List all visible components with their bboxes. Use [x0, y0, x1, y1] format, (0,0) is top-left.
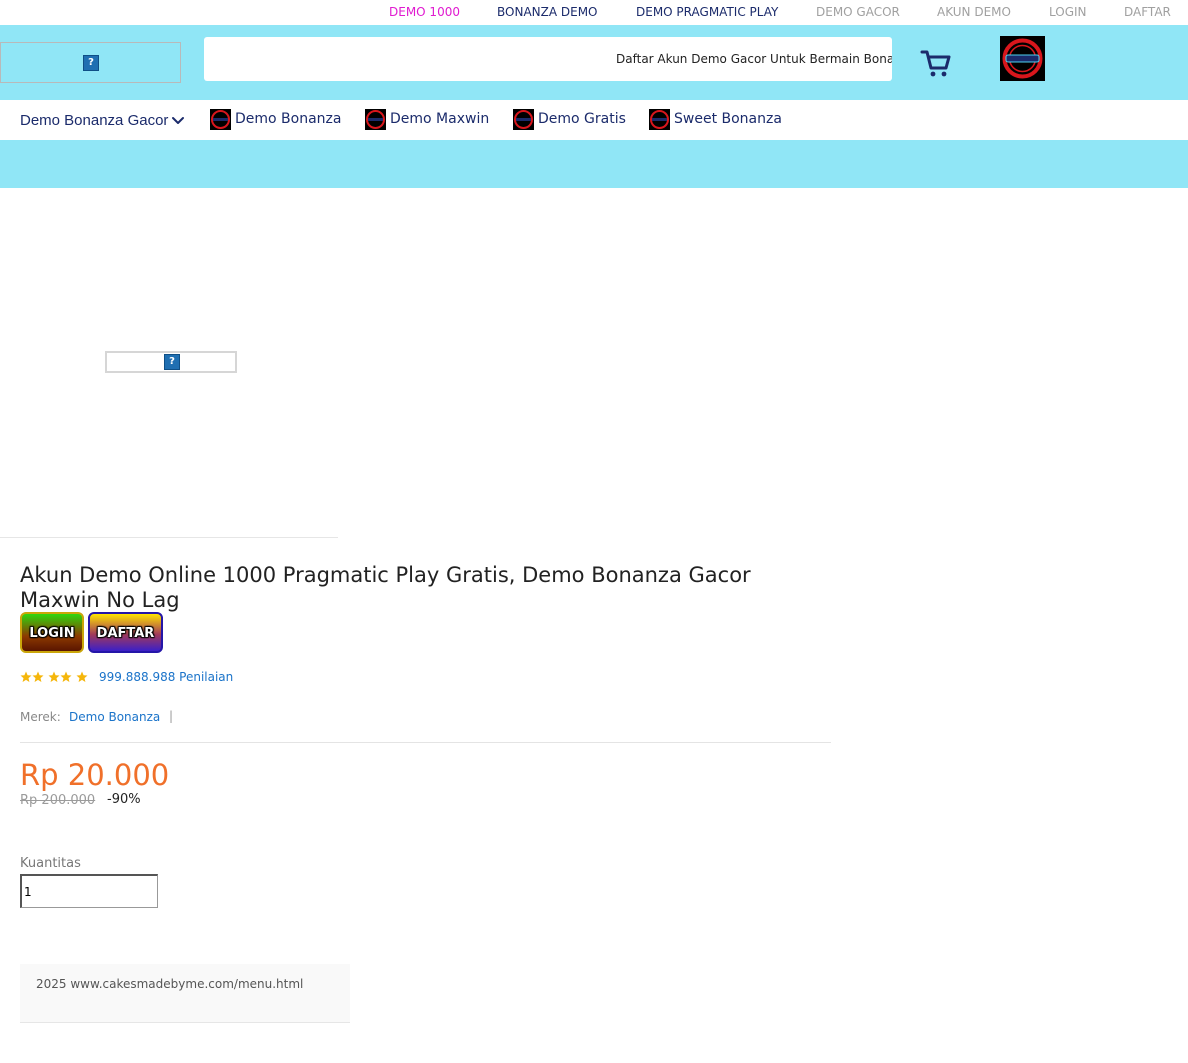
- broken-image-icon: ?: [164, 354, 180, 370]
- site-logo[interactable]: ?: [0, 42, 181, 83]
- top-link-login[interactable]: LOGIN: [1049, 5, 1087, 20]
- category-item-demo-bonanza[interactable]: Demo Bonanza: [210, 108, 341, 130]
- rating-stars: [20, 670, 88, 684]
- category-item-demo-maxwin[interactable]: Demo Maxwin: [365, 108, 489, 130]
- brand-link[interactable]: Demo Bonanza: [69, 710, 160, 724]
- section-divider: [20, 742, 831, 743]
- product-price: Rp 20.000: [20, 758, 170, 792]
- star-icon: [60, 671, 72, 682]
- category-nav: Demo Bonanza Gacor Demo Bonanza Demo Max…: [0, 100, 1188, 140]
- star-icon: [48, 671, 60, 682]
- brand-separator: |: [169, 709, 174, 723]
- top-link-bonanza-demo[interactable]: BONANZA DEMO: [497, 5, 598, 20]
- top-link-akun-demo[interactable]: AKUN DEMO: [937, 5, 1011, 20]
- top-link-demo-pragmatic-play[interactable]: DEMO PRAGMATIC PLAY: [636, 5, 778, 20]
- product-title: Akun Demo Online 1000 Pragmatic Play Gra…: [20, 563, 751, 612]
- category-item-label: Demo Bonanza: [235, 111, 342, 127]
- star-icon: [32, 671, 44, 682]
- footer-text: 2025 www.cakesmadebyme.com/menu.html: [36, 977, 304, 991]
- category-item-sweet-bonanza[interactable]: Sweet Bonanza: [649, 108, 782, 130]
- quantity-input[interactable]: [20, 874, 158, 908]
- discount-badge: -90%: [107, 792, 141, 807]
- category-thumb-icon: [210, 108, 231, 130]
- category-item-label: Demo Gratis: [538, 111, 626, 127]
- broken-image-icon: ?: [83, 55, 99, 71]
- chevron-down-icon[interactable]: [170, 113, 186, 129]
- rating-count[interactable]: 999.888.988 Penilaian: [99, 670, 233, 685]
- gallery-divider: [0, 537, 338, 538]
- login-button[interactable]: LOGIN: [20, 612, 84, 653]
- category-thumb-icon: [365, 108, 386, 130]
- category-thumb-icon: [513, 108, 534, 130]
- top-link-daftar[interactable]: DAFTAR: [1124, 5, 1171, 20]
- daftar-button[interactable]: DAFTAR: [88, 612, 163, 653]
- dragon-logo-icon[interactable]: [1000, 36, 1045, 81]
- category-item-demo-gratis[interactable]: Demo Gratis: [513, 108, 626, 130]
- star-icon: [76, 671, 88, 682]
- star-icon: [20, 671, 32, 682]
- category-thumb-icon: [649, 108, 670, 130]
- quantity-label: Kuantitas: [20, 856, 81, 871]
- shopping-cart-icon[interactable]: [920, 48, 952, 78]
- category-select[interactable]: Demo Bonanza Gacor: [20, 112, 168, 129]
- search-bar[interactable]: Daftar Akun Demo Gacor Untuk Bermain Bon…: [204, 37, 892, 81]
- top-link-demo-1000[interactable]: DEMO 1000: [389, 5, 460, 20]
- product-image[interactable]: ?: [105, 351, 237, 373]
- banner-band: [0, 140, 1188, 188]
- site-header: ? Daftar Akun Demo Gacor Untuk Bermain B…: [0, 25, 1188, 100]
- top-links-bar: DEMO 1000 BONANZA DEMO DEMO PRAGMATIC PL…: [0, 0, 1188, 25]
- search-marquee-text: Daftar Akun Demo Gacor Untuk Bermain Bon…: [616, 52, 892, 66]
- category-item-label: Demo Maxwin: [390, 111, 490, 127]
- category-item-label: Sweet Bonanza: [674, 111, 782, 127]
- original-price: Rp 200.000: [20, 793, 96, 808]
- top-link-demo-gacor[interactable]: DEMO GACOR: [816, 5, 900, 20]
- footer-box: 2025 www.cakesmadebyme.com/menu.html: [20, 964, 350, 1023]
- brand-label: Merek:: [20, 710, 61, 724]
